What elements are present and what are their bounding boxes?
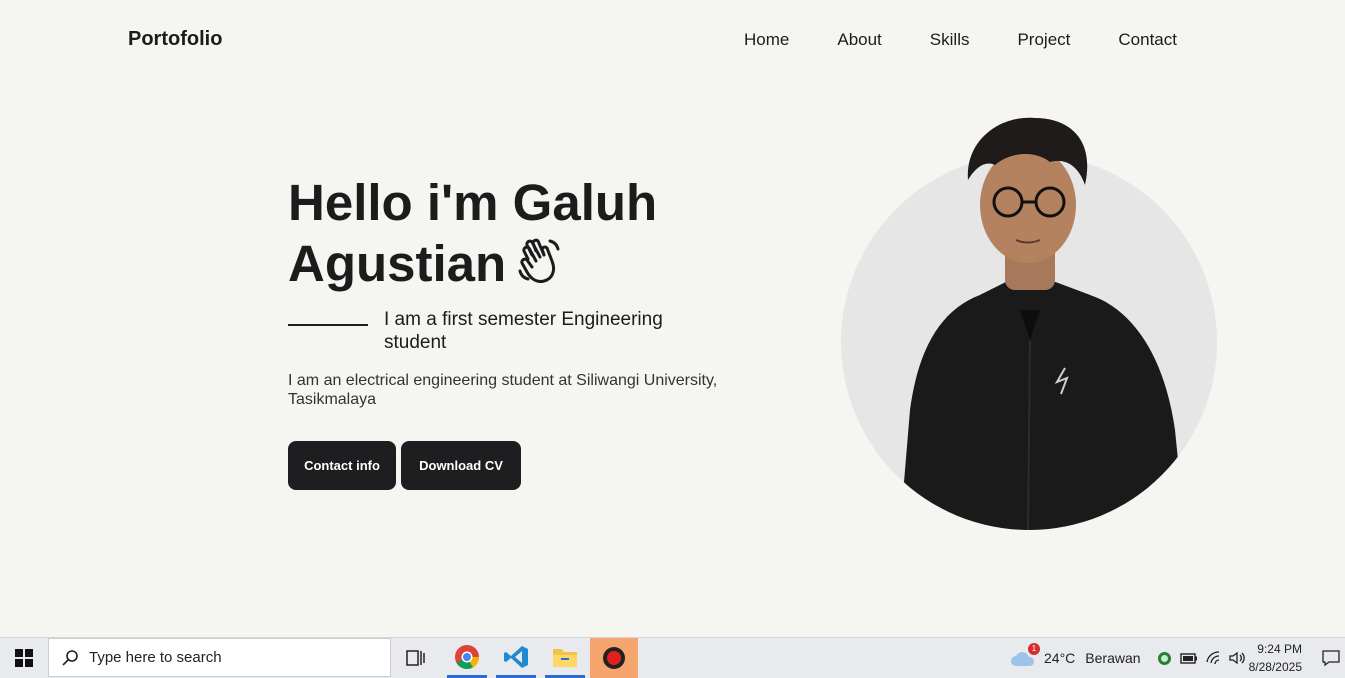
search-icon xyxy=(61,649,79,667)
clock-time: 9:24 PM xyxy=(1257,642,1302,656)
nav-project[interactable]: Project xyxy=(1017,30,1070,50)
nav-skills[interactable]: Skills xyxy=(930,30,970,50)
nav-contact[interactable]: Contact xyxy=(1118,30,1177,50)
volume-icon[interactable] xyxy=(1228,651,1246,665)
profile-photo xyxy=(840,110,1220,530)
wifi-icon[interactable] xyxy=(1206,651,1222,665)
file-explorer-taskbar-button[interactable] xyxy=(545,638,585,678)
clock-date: 8/28/2025 xyxy=(1248,660,1302,674)
hero-title-line1: Hello i'm Galuh xyxy=(288,174,658,231)
chrome-taskbar-button[interactable] xyxy=(447,638,487,678)
main-nav: Home About Skills Project Contact xyxy=(744,30,1177,50)
notification-icon xyxy=(1322,650,1340,666)
hero-title: Hello i'm Galuh Agustian xyxy=(288,172,768,298)
hero-description: I am an electrical engineering student a… xyxy=(288,372,718,408)
notifications-button[interactable] xyxy=(1317,638,1345,678)
weather-widget[interactable]: 1 24°C Berawan xyxy=(1010,638,1141,678)
search-placeholder: Type here to search xyxy=(89,649,222,666)
system-tray xyxy=(1157,638,1246,678)
clock[interactable]: 9:24 PM 8/28/2025 xyxy=(1249,640,1302,676)
screen-recorder-taskbar-button[interactable] xyxy=(590,638,638,678)
cloud-icon: 1 xyxy=(1010,643,1040,667)
windows-icon xyxy=(15,649,33,667)
battery-icon[interactable] xyxy=(1180,652,1198,664)
record-icon xyxy=(603,647,625,669)
subtitle-divider xyxy=(288,324,368,326)
nav-home[interactable]: Home xyxy=(744,30,789,50)
vscode-icon xyxy=(504,645,528,668)
brand-logo[interactable]: Portofolio xyxy=(128,28,222,51)
waving-hand-icon xyxy=(518,237,562,298)
taskbar: Type here to search 1 24°C Berawan 9:24 … xyxy=(0,637,1345,678)
hero-title-line2: Agustian xyxy=(288,235,507,292)
nav-about[interactable]: About xyxy=(837,30,881,50)
download-cv-button[interactable]: Download CV xyxy=(401,441,521,490)
app-status-icon[interactable] xyxy=(1157,651,1172,666)
vscode-taskbar-button[interactable] xyxy=(496,638,536,678)
contact-info-button[interactable]: Contact info xyxy=(288,441,396,490)
chrome-icon xyxy=(455,644,479,669)
task-view-icon xyxy=(406,650,425,666)
task-view-button[interactable] xyxy=(392,638,440,678)
windows-start-button[interactable] xyxy=(0,638,48,678)
taskbar-search[interactable]: Type here to search xyxy=(48,638,391,677)
folder-icon xyxy=(553,648,577,667)
weather-alert-badge: 1 xyxy=(1028,643,1040,655)
weather-temp: 24°C xyxy=(1044,650,1076,666)
weather-condition: Berawan xyxy=(1085,650,1141,666)
hero-subtitle: I am a first semester Engineering studen… xyxy=(384,309,663,353)
